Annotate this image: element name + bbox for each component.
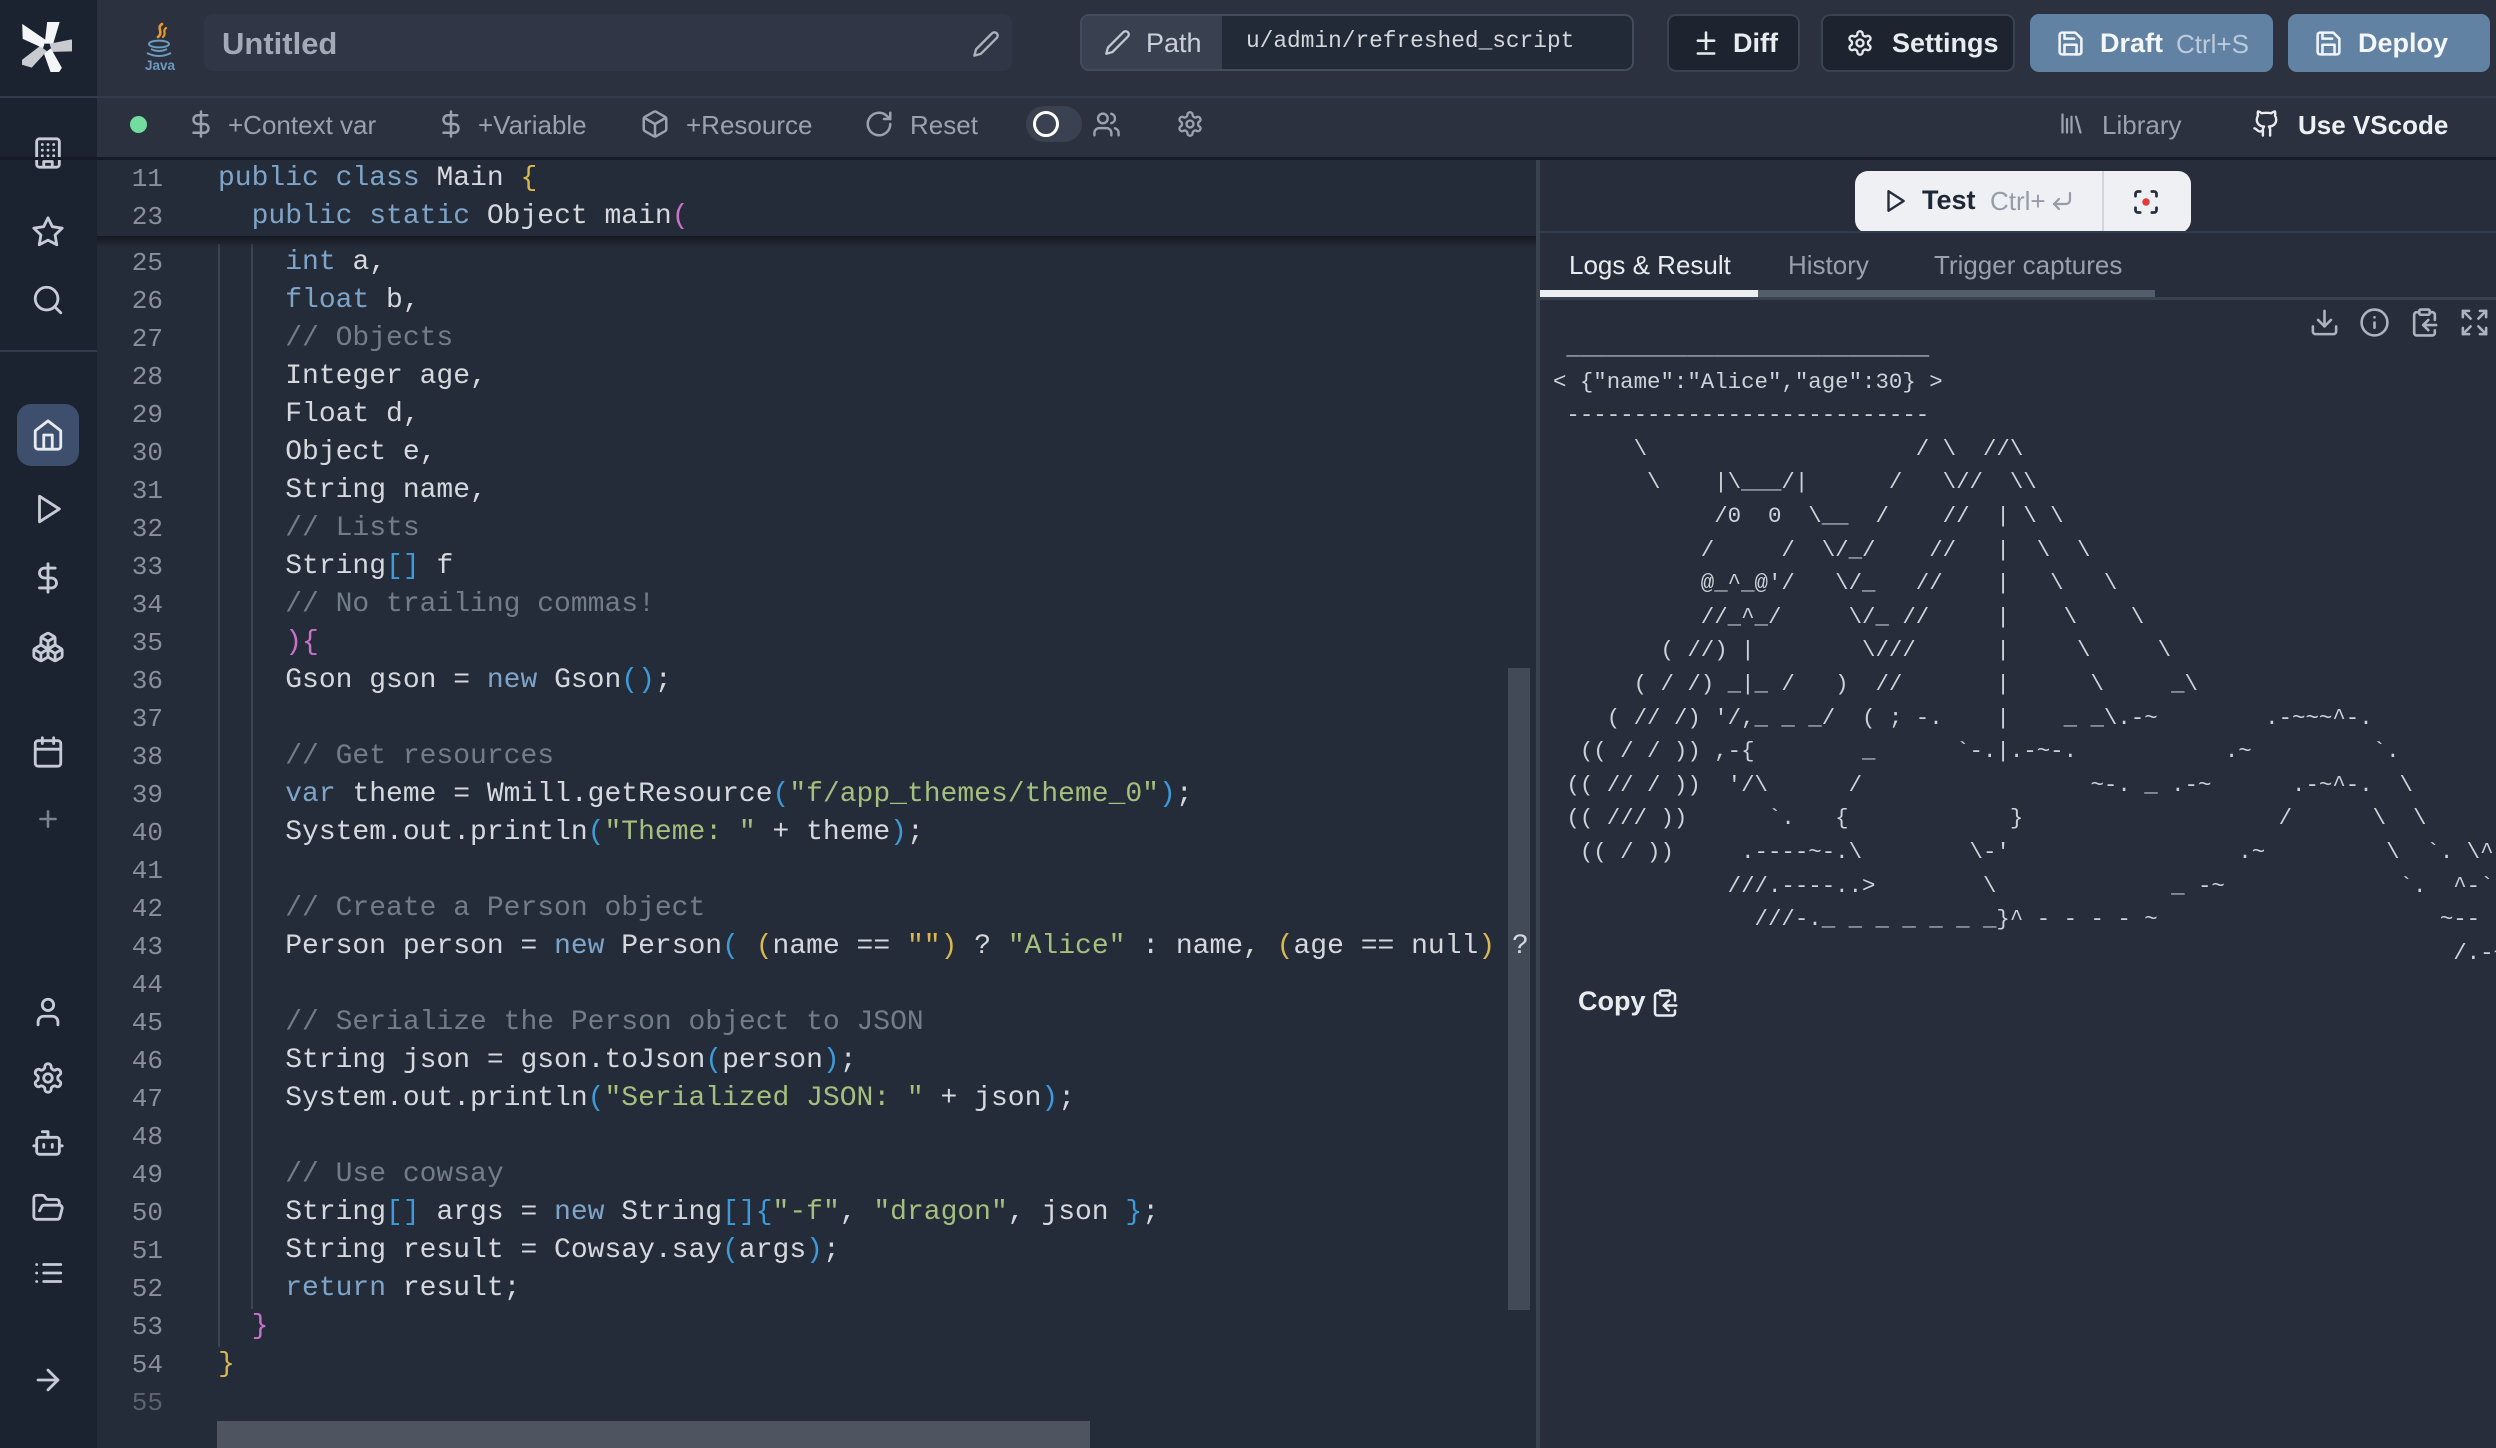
svg-text:Java: Java	[145, 58, 176, 72]
